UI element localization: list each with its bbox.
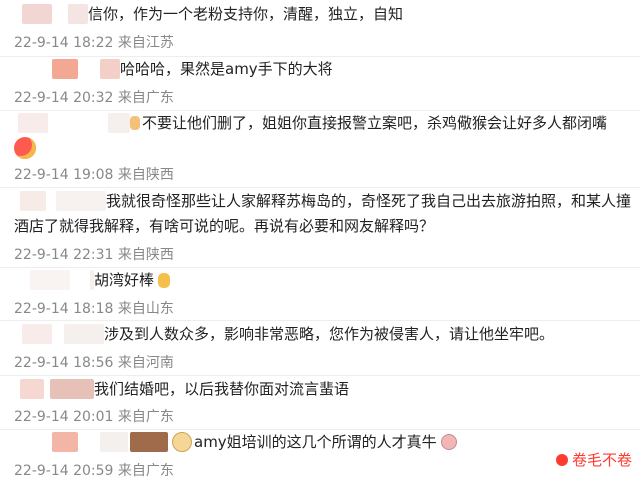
comment-text: 胡湾好棒 [94, 271, 155, 289]
blurred-username [100, 432, 128, 452]
comment-time: 22-9-14 18:18 [14, 301, 114, 317]
comment-meta: 22-9-14 22:31 来自陕西 [14, 244, 174, 264]
comment-time: 22-9-14 18:56 [14, 355, 114, 371]
comment-meta: 22-9-14 18:18 来自山东 [14, 298, 174, 318]
blurred-username [56, 191, 106, 211]
divider [0, 320, 640, 321]
blurred-avatar [22, 324, 52, 344]
comment-3-emoji-row [0, 136, 36, 160]
comment-text: amy姐培训的这几个所谓的人才真牛 [194, 433, 437, 451]
blurred-avatar [30, 270, 70, 290]
comment-8-body: amy姐培训的这几个所谓的人才真牛 [0, 430, 457, 454]
watermark-logo-icon [555, 453, 568, 466]
comment-text: 我就很奇怪那些让人家解释苏梅岛的，奇怪死了我自己出去旅游拍照，和某人撞 [106, 192, 632, 210]
comment-1-body: 信你，作为一个老粉支持你，清醒，独立，自知 [0, 2, 403, 26]
kiss-emoji-icon [14, 137, 36, 159]
divider [0, 375, 640, 376]
comment-text: 信你，作为一个老粉支持你，清醒，独立，自知 [88, 5, 404, 23]
comment-time: 22-9-14 20:59 [14, 463, 114, 479]
comment-time: 22-9-14 18:22 [14, 35, 114, 51]
comment-text: 我们结婚吧，以后我替你面对流言蜚语 [94, 380, 350, 398]
comment-meta: 22-9-14 20:59 来自广东 [14, 460, 174, 480]
blurred-username [68, 4, 88, 24]
comment-meta: 22-9-14 18:22 来自江苏 [14, 32, 174, 52]
comment-location: 来自广东 [117, 463, 174, 479]
blurred-avatar [52, 59, 78, 79]
comment-location: 来自山东 [117, 301, 174, 317]
blurred-avatar [20, 379, 44, 399]
comment-2-body: 哈哈哈，果然是amy手下的大将 [0, 57, 333, 81]
comment-meta: 22-9-14 18:56 来自河南 [14, 352, 174, 372]
comment-location: 来自广东 [117, 409, 174, 425]
comment-location: 来自江苏 [117, 35, 174, 51]
blurred-username [50, 379, 94, 399]
comment-meta: 22-9-14 20:01 来自广东 [14, 406, 174, 426]
comment-time: 22-9-14 20:32 [14, 90, 114, 106]
comment-meta: 22-9-14 19:08 来自陕西 [14, 164, 174, 184]
divider [0, 187, 640, 188]
comment-text: 酒店了就得我解释，有啥可说的呢。再说有必要和网友解释吗？ [14, 217, 435, 235]
hand-emoji-icon [130, 116, 140, 130]
comment-6-body: 涉及到人数众多，影响非常恶略，您作为被侵害人，请让他坐牢吧。 [0, 322, 554, 346]
doge-emoji-icon [172, 432, 192, 452]
blurred-avatar [52, 432, 78, 452]
comment-meta: 22-9-14 20:32 来自广东 [14, 87, 174, 107]
blurred-username [64, 324, 104, 344]
watermark-text: 卷毛不卷 [571, 451, 632, 469]
clap-emoji-icon [158, 272, 171, 288]
blurred-avatar [22, 4, 52, 24]
comment-time: 22-9-14 19:08 [14, 167, 114, 183]
comment-location: 来自广东 [117, 90, 174, 106]
comment-text: 哈哈哈，果然是amy手下的大将 [120, 60, 333, 78]
comment-location: 来自陕西 [117, 247, 174, 263]
watermark: 卷毛不卷 [555, 449, 632, 470]
blurred-username [130, 432, 168, 452]
blurred-avatar [20, 191, 46, 211]
comment-location: 来自陕西 [117, 167, 174, 183]
comment-7-body: 我们结婚吧，以后我替你面对流言蜚语 [0, 377, 349, 401]
comment-text: 不要让他们删了，姐姐你直接报警立案吧，杀鸡儆猴会让好多人都闭嘴 [142, 114, 608, 132]
comment-text: 涉及到人数众多，影响非常恶略，您作为被侵害人，请让他坐牢吧。 [104, 325, 555, 343]
comment-time: 22-9-14 20:01 [14, 409, 114, 425]
cow-emoji-icon [440, 434, 457, 450]
blurred-username [100, 59, 120, 79]
blurred-avatar [18, 113, 48, 133]
comment-time: 22-9-14 22:31 [14, 247, 114, 263]
comment-3-body: 不要让他们删了，姐姐你直接报警立案吧，杀鸡儆猴会让好多人都闭嘴 [0, 111, 607, 135]
comment-location: 来自河南 [117, 355, 174, 371]
comment-5-body: 胡湾好棒 [0, 268, 171, 292]
comment-4-body-line2: 酒店了就得我解释，有啥可说的呢。再说有必要和网友解释吗？ [0, 214, 434, 238]
blurred-username [108, 113, 130, 133]
comment-4-body-line1: 我就很奇怪那些让人家解释苏梅岛的，奇怪死了我自己出去旅游拍照，和某人撞 [0, 189, 631, 213]
